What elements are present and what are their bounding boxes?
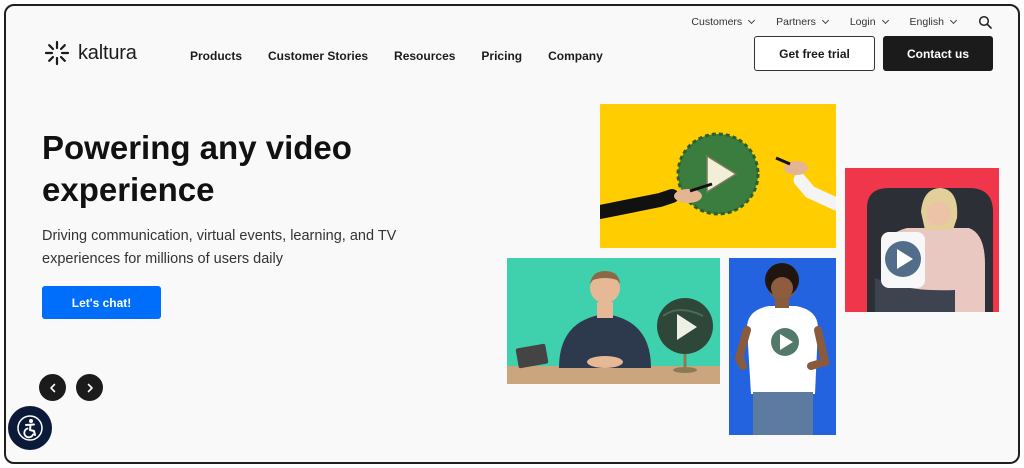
language-menu[interactable]: English: [909, 16, 958, 28]
chevron-down-icon: [821, 16, 829, 25]
chevron-down-icon: [881, 16, 889, 25]
search-icon[interactable]: [978, 15, 992, 29]
utility-nav: Customers Partners Login English: [691, 15, 992, 29]
accessibility-icon: [17, 415, 43, 441]
nav-products[interactable]: Products: [190, 49, 242, 63]
chevron-down-icon: [748, 16, 756, 25]
chevron-right-icon: [87, 383, 93, 392]
partners-label: Partners: [776, 16, 816, 28]
login-menu[interactable]: Login: [849, 16, 889, 28]
nav-company[interactable]: Company: [548, 49, 603, 63]
kaltura-logo[interactable]: kaltura: [44, 40, 137, 66]
carousel-prev-button[interactable]: [39, 374, 66, 401]
customers-label: Customers: [691, 16, 743, 28]
customers-menu[interactable]: Customers: [691, 16, 756, 28]
login-label: Login: [849, 16, 876, 28]
lets-chat-button[interactable]: Let's chat!: [42, 286, 161, 319]
get-free-trial-button[interactable]: Get free trial: [754, 36, 875, 71]
hero-image-woman-chair: [845, 168, 999, 312]
hero-subtitle: Driving communication, virtual events, l…: [42, 228, 397, 267]
hero-image-woman-white-shirt: [729, 258, 836, 435]
kaltura-logo-icon: [44, 40, 70, 66]
hero-title: Powering any video experience: [42, 129, 352, 208]
partners-menu[interactable]: Partners: [776, 16, 829, 28]
nav-customer-stories[interactable]: Customer Stories: [268, 49, 368, 63]
main-nav: Products Customer Stories Resources Pric…: [190, 49, 603, 63]
logo-wordmark: kaltura: [78, 41, 137, 64]
page-frame: Customers Partners Login English kaltura…: [4, 4, 1020, 464]
carousel-next-button[interactable]: [76, 374, 103, 401]
chevron-left-icon: [49, 383, 55, 392]
hero-image-hands-drawing: [600, 104, 836, 248]
hero-image-man-desk: [507, 258, 720, 384]
accessibility-button[interactable]: [8, 406, 52, 450]
language-label: English: [909, 16, 944, 28]
chevron-down-icon: [949, 16, 958, 25]
nav-resources[interactable]: Resources: [394, 49, 455, 63]
nav-pricing[interactable]: Pricing: [481, 49, 522, 63]
contact-us-button[interactable]: Contact us: [883, 36, 993, 71]
